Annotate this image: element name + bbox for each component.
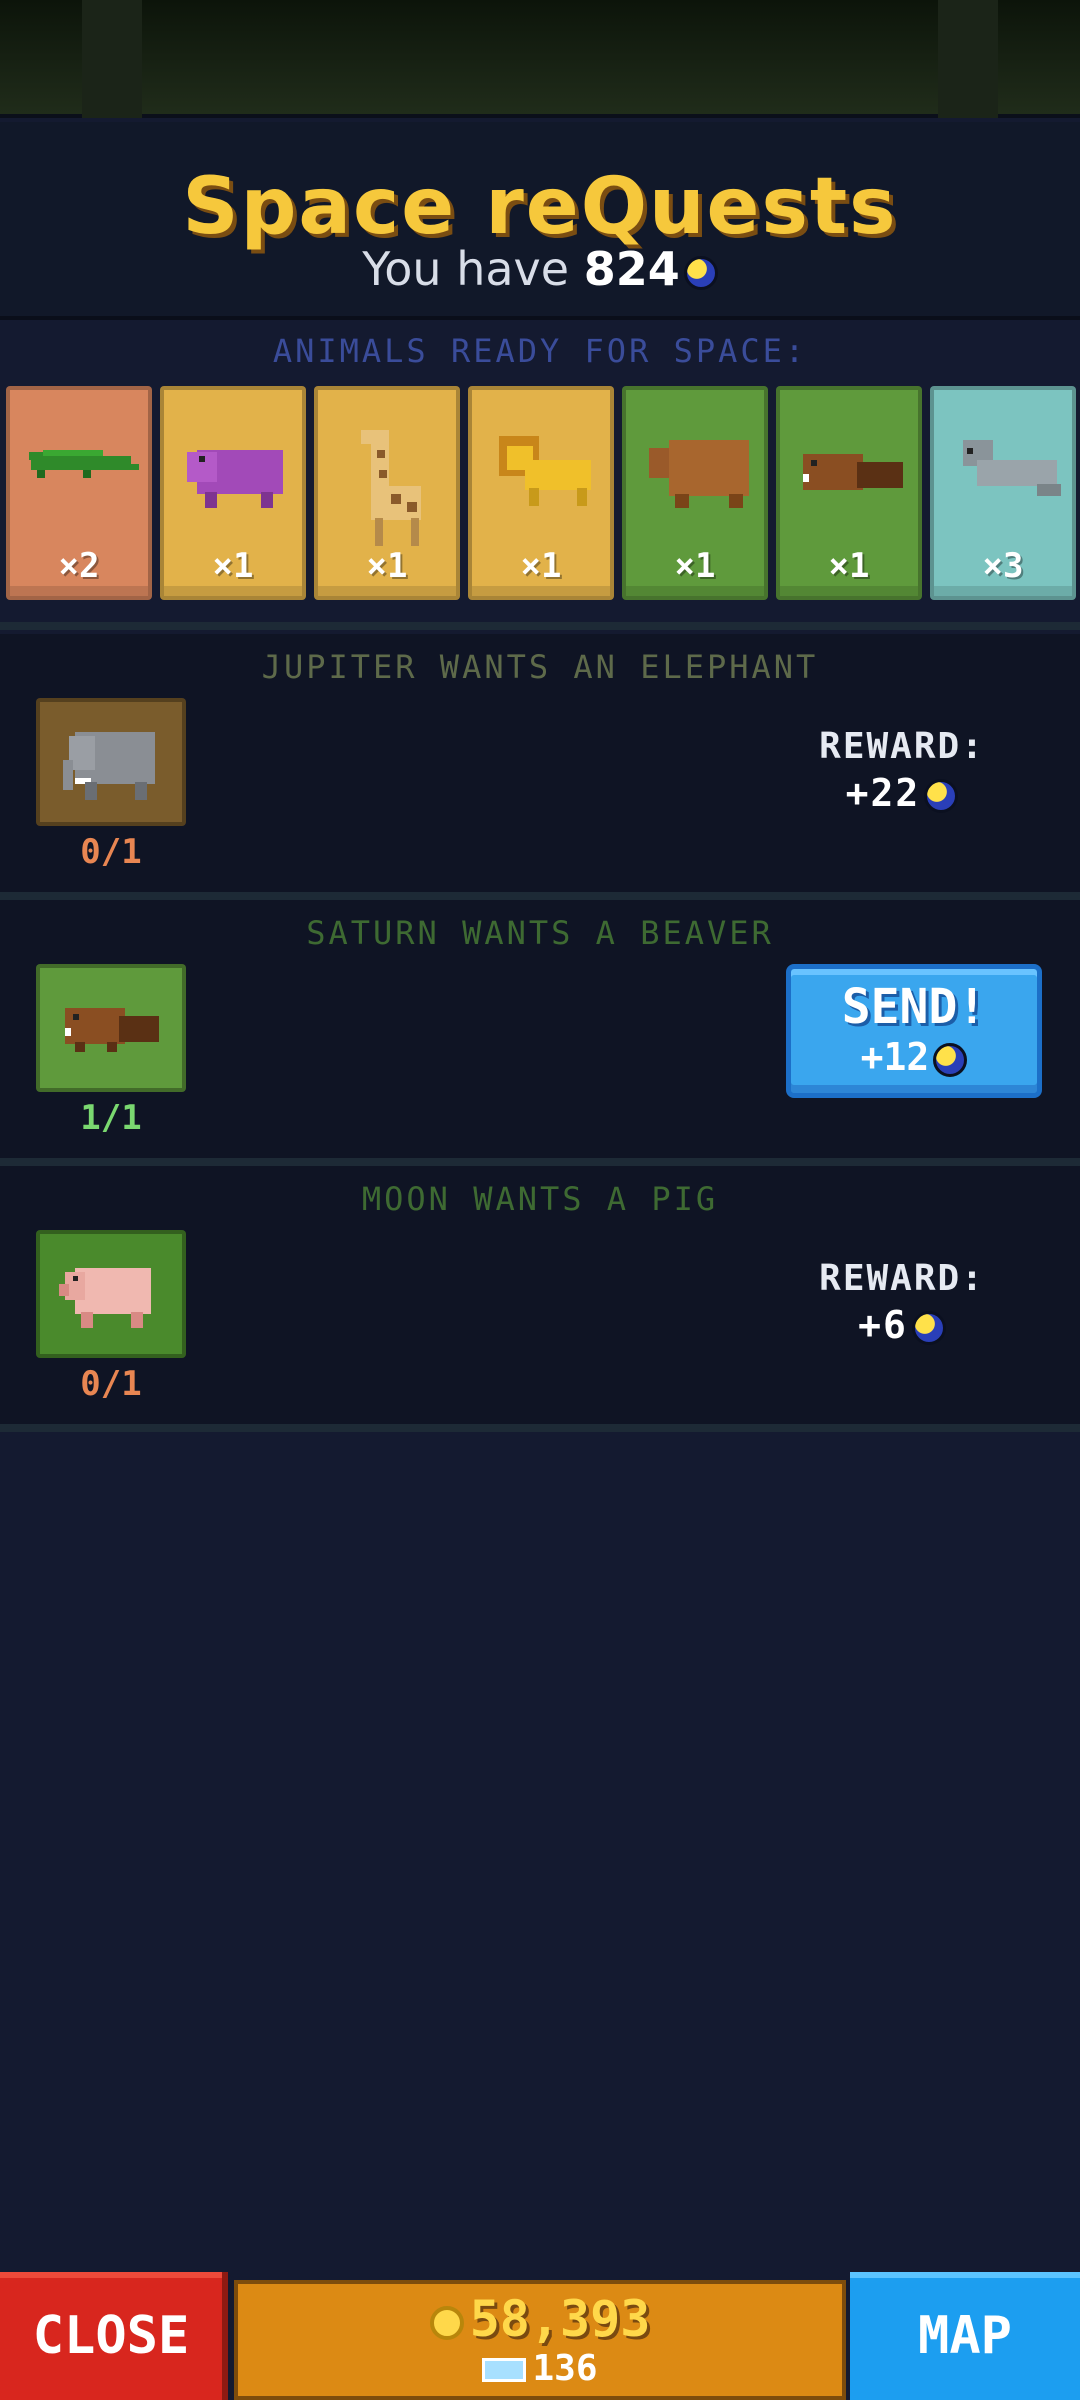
send-label: SEND! xyxy=(841,979,987,1035)
reward-info: REWARD: +6 xyxy=(802,1258,1002,1347)
divider xyxy=(0,1158,1080,1166)
space-coin-icon xyxy=(933,1042,968,1077)
scene-post xyxy=(938,0,998,118)
background-scene xyxy=(0,0,1080,118)
reward-amount: +22 xyxy=(845,771,921,815)
animal-card-hippo[interactable]: ×1 xyxy=(160,386,306,600)
page-title: Space reQuests xyxy=(182,162,898,252)
scene-post xyxy=(82,0,142,118)
animal-card-seal[interactable]: ×3 xyxy=(930,386,1076,600)
giraffe-icon xyxy=(361,430,421,546)
animals-ready-label: ANIMALS READY FOR SPACE: xyxy=(272,332,808,370)
animal-card-bear[interactable]: ×1 xyxy=(622,386,768,600)
animal-count: ×1 xyxy=(366,546,408,586)
balance-line: You have 824 xyxy=(0,242,1080,296)
animal-count: ×1 xyxy=(674,546,716,586)
request-row-jupiter: JUPITER WANTS AN ELEPHANT 0/1 REWARD: +2… xyxy=(0,634,1080,892)
send-reward-amount: +12 xyxy=(860,1035,930,1079)
pig-icon xyxy=(59,1268,151,1328)
animal-count: ×1 xyxy=(212,546,254,586)
map-button[interactable]: MAP xyxy=(850,2272,1080,2400)
reward-label: REWARD: xyxy=(819,1258,985,1299)
bear-icon xyxy=(649,440,749,508)
divider xyxy=(0,1424,1080,1432)
gold-coin-icon xyxy=(429,2305,464,2340)
animal-count: ×3 xyxy=(982,546,1024,586)
hippo-icon xyxy=(187,450,283,508)
gem-icon xyxy=(482,2358,527,2382)
animal-count: ×1 xyxy=(828,546,870,586)
divider xyxy=(0,892,1080,900)
animal-card-giraffe[interactable]: ×1 xyxy=(314,386,460,600)
request-title: MOON WANTS A PIG xyxy=(361,1180,719,1218)
reward-amount: +6 xyxy=(858,1303,908,1347)
animal-card-crocodile[interactable]: ×2 xyxy=(6,386,152,600)
request-title: JUPITER WANTS AN ELEPHANT xyxy=(261,648,819,686)
request-animal-tile[interactable] xyxy=(36,698,186,826)
space-coin-icon xyxy=(924,778,959,813)
beaver-icon xyxy=(65,1008,159,1052)
balance-prefix: You have xyxy=(362,242,570,296)
close-button[interactable]: CLOSE xyxy=(0,2272,228,2400)
request-progress: 0/1 xyxy=(80,832,142,872)
request-animal-tile[interactable] xyxy=(36,964,186,1092)
space-coin-icon xyxy=(683,255,718,290)
header: Space reQuests You have 824 xyxy=(0,122,1080,320)
animals-ready-list: ×2 ×1 ×1 ×1 ×1 ×1 ×3 xyxy=(0,386,1080,604)
lion-icon xyxy=(499,436,591,506)
gold-amount: 58,393 xyxy=(469,2290,651,2348)
divider xyxy=(0,622,1080,630)
animal-card-lion[interactable]: ×1 xyxy=(468,386,614,600)
request-progress: 1/1 xyxy=(80,1098,142,1138)
reward-label: REWARD: xyxy=(819,726,985,767)
reward-info: REWARD: +22 xyxy=(802,726,1002,815)
balance-amount: 824 xyxy=(583,242,680,296)
request-animal-tile[interactable] xyxy=(36,1230,186,1358)
currency-display: 58,393 136 xyxy=(234,2280,846,2400)
animal-card-beaver[interactable]: ×1 xyxy=(776,386,922,600)
beaver-icon xyxy=(803,454,903,490)
send-button[interactable]: SEND! +12 xyxy=(786,964,1042,1098)
elephant-icon xyxy=(63,732,155,800)
crocodile-icon xyxy=(29,450,139,478)
request-row-saturn: SATURN WANTS A BEAVER 1/1 SEND! +12 xyxy=(0,900,1080,1158)
request-row-moon: MOON WANTS A PIG 0/1 REWARD: +6 xyxy=(0,1166,1080,1424)
space-coin-icon xyxy=(911,1310,946,1345)
gem-amount: 136 xyxy=(532,2348,598,2389)
seal-icon xyxy=(963,440,1061,496)
request-progress: 0/1 xyxy=(80,1364,142,1404)
animal-count: ×1 xyxy=(520,546,562,586)
animal-count: ×2 xyxy=(58,546,100,586)
request-title: SATURN WANTS A BEAVER xyxy=(306,914,774,952)
bottom-bar: CLOSE 58,393 136 MAP xyxy=(0,2272,1080,2400)
